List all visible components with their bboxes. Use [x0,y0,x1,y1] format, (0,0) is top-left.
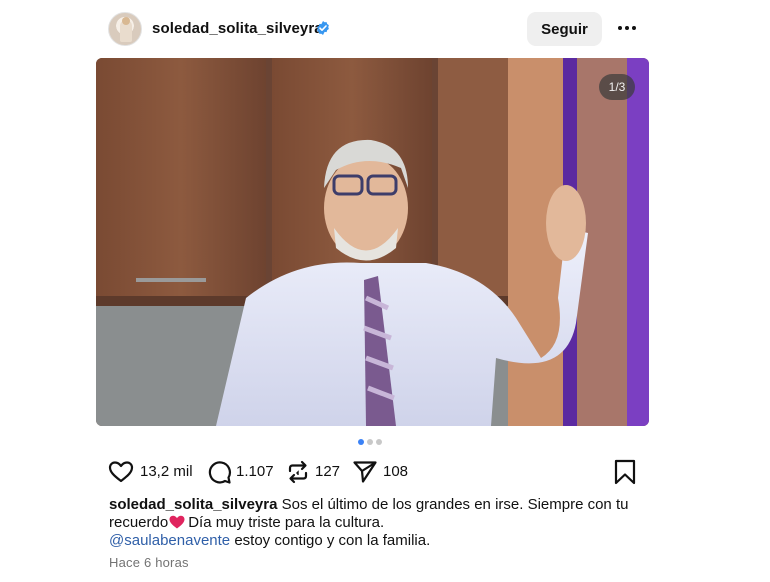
carousel-dot-1[interactable] [358,439,364,445]
verified-badge-icon [317,21,329,35]
caption-username[interactable]: soledad_solita_silveyra [109,496,277,513]
carousel-dot-3[interactable] [376,439,382,445]
post-photo [96,58,649,426]
caption-text-1: Sos el último de los grandes en irse. Si… [281,496,629,513]
repost-count: 127 [315,463,341,480]
share-count: 108 [383,463,409,480]
share-icon [353,461,377,483]
carousel-dot-2[interactable] [367,439,373,445]
heart-emoji-icon [169,515,185,529]
carousel-dots[interactable] [358,439,385,445]
action-bar: 13,2 mil 1.107 127 108 [108,458,638,486]
bookmark-icon [614,459,636,485]
caption-text-2b: Día muy triste para la cultura. [188,514,385,531]
post-image[interactable]: 1/3 [96,58,649,426]
post-header: soledad_solita_silveyra Seguir [108,11,648,47]
heart-icon [108,461,134,483]
caption-text-3: estoy contigo y con la familia. [234,532,431,549]
caption-mention[interactable]: @saulabenavente [109,532,230,549]
repost-icon [288,460,308,484]
image-counter: 1/3 [599,74,635,100]
more-options-icon[interactable] [616,17,638,39]
avatar[interactable] [108,12,142,46]
caption-text-2a: recuerdo [109,514,169,531]
username[interactable]: soledad_solita_silveyra [152,20,323,37]
post-caption: soledad_solita_silveyra Sos el último de… [109,496,649,550]
post-timestamp[interactable]: Hace 6 horas [109,555,189,570]
comment-count: 1.107 [236,463,274,480]
like-count: 13,2 mil [140,463,193,480]
avatar-head [122,17,130,25]
follow-button[interactable]: Seguir [527,12,602,46]
comment-icon [208,461,231,484]
